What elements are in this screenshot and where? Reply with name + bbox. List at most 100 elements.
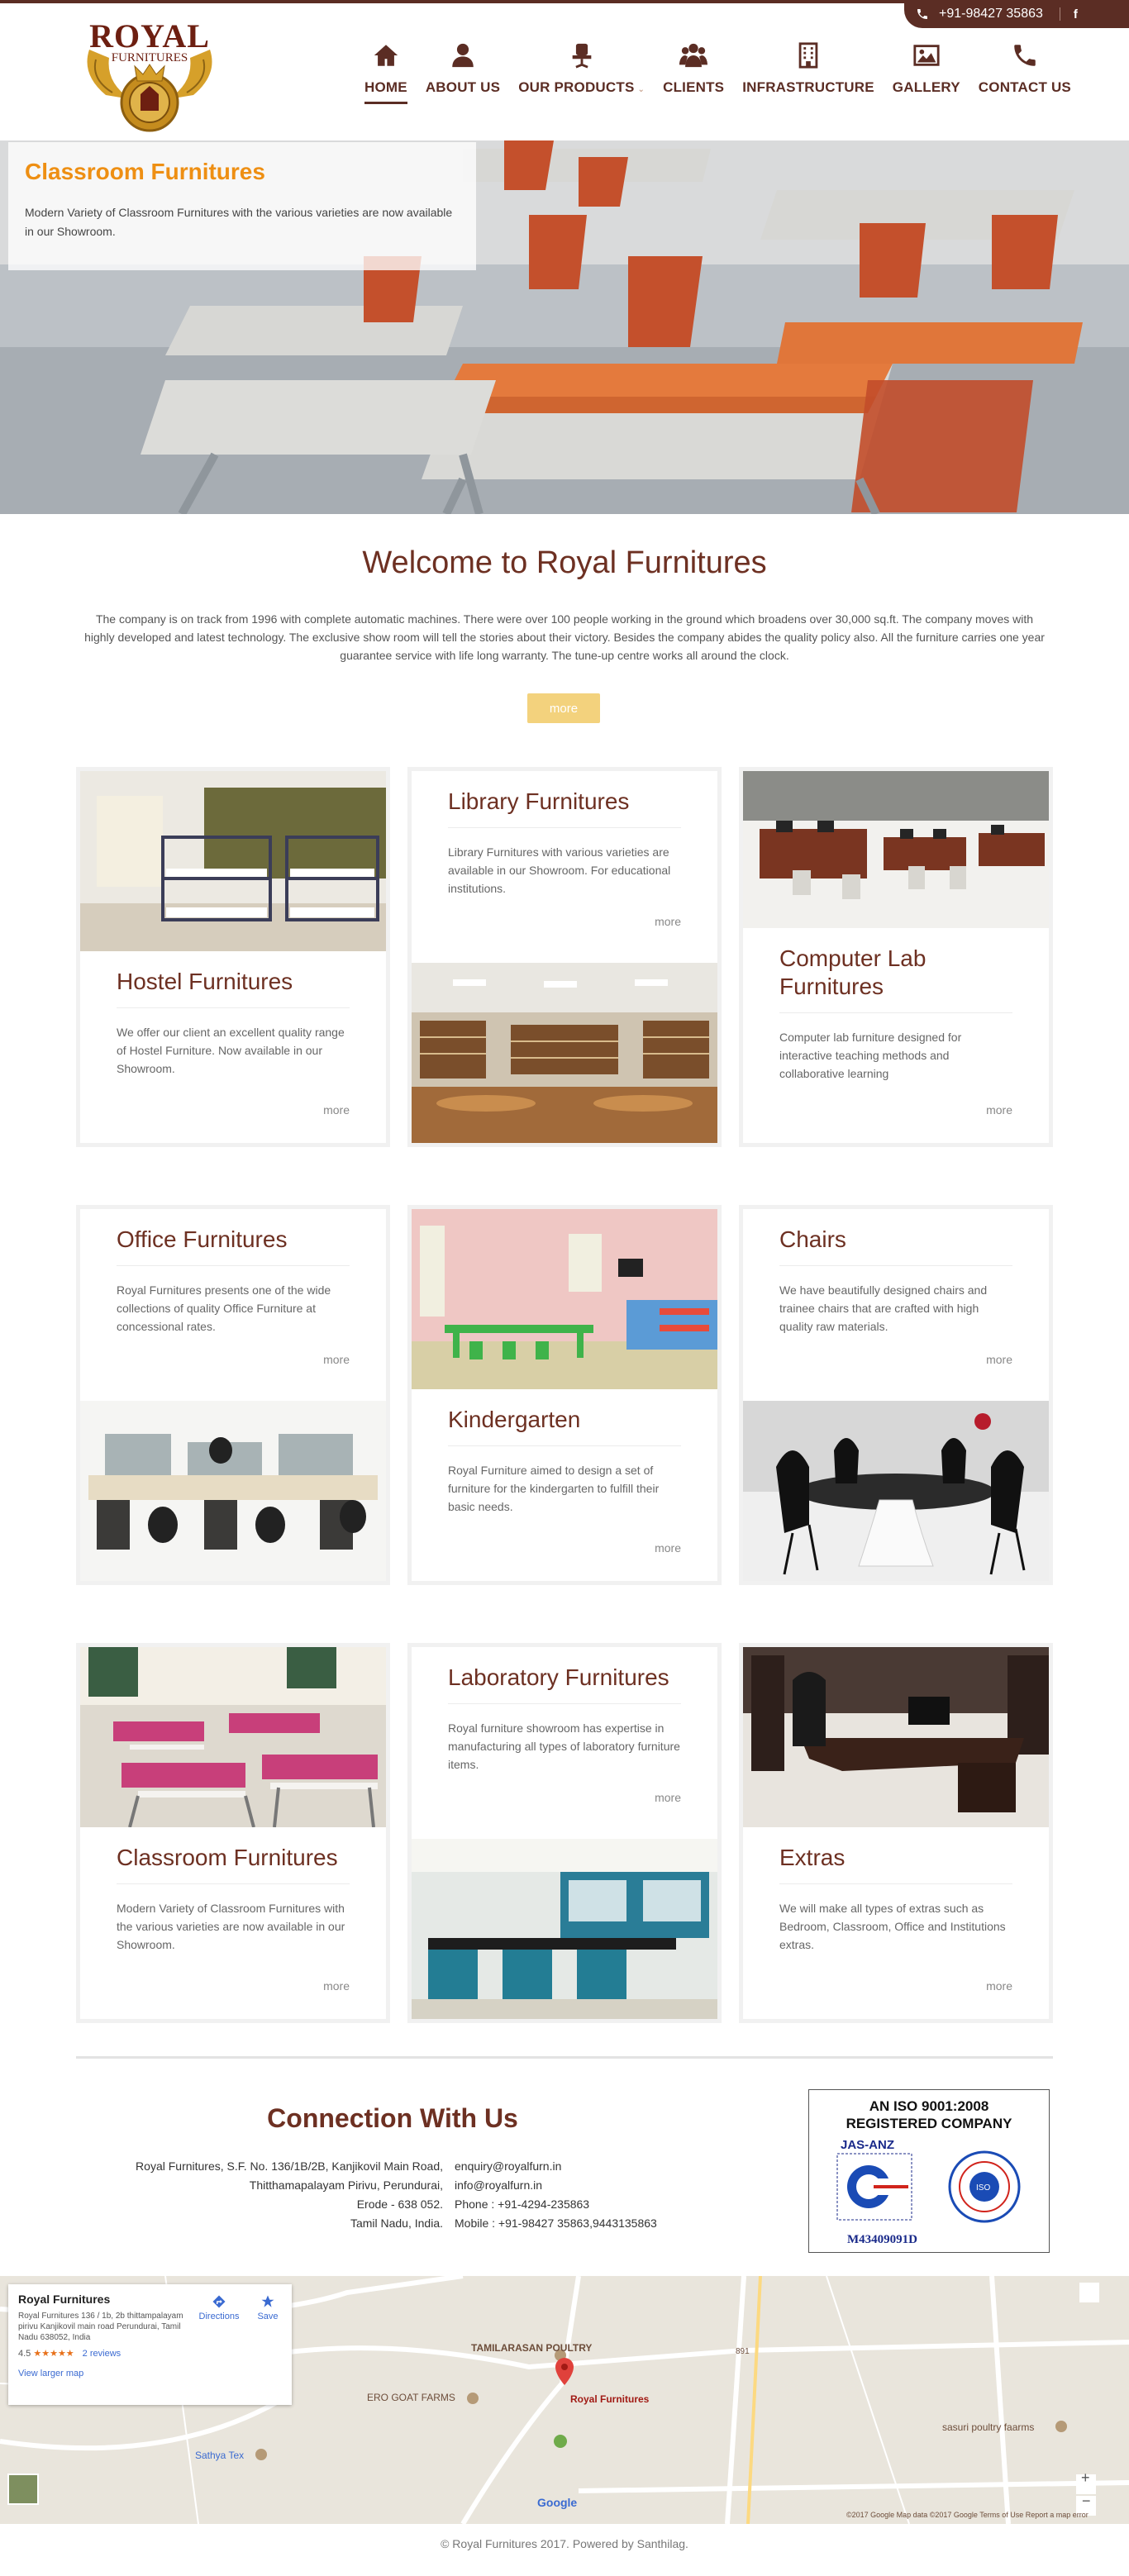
card-image <box>80 771 386 951</box>
nav-about-us[interactable]: ABOUT US <box>417 41 509 104</box>
card-office-furnitures[interactable]: Office Furnitures Royal Furnitures prese… <box>76 1205 390 1585</box>
connection-title: Connection With Us <box>267 2103 518 2133</box>
address-line: Tamil Nadu, India. <box>350 2217 443 2230</box>
address-line: Thitthamapalayam Pirivu, Perundurai, <box>249 2178 443 2192</box>
computer-lab-image <box>743 771 1049 928</box>
card-divider <box>448 827 681 828</box>
card-text: We have beautifully designed chairs and … <box>779 1283 988 1333</box>
card-classroom-furnitures[interactable]: Classroom Furnitures Modern Variety of C… <box>76 1643 390 2023</box>
welcome-more-button[interactable]: more <box>527 693 600 723</box>
map-place-address: Royal Furnitures 136 / 1b, 2b thittampal… <box>18 2312 183 2342</box>
hero-text: Modern Variety of Classroom Furnitures w… <box>25 206 453 238</box>
welcome-title: Welcome to Royal Furnitures <box>362 545 767 580</box>
card-more-link[interactable]: more <box>323 1353 350 1366</box>
facebook-icon[interactable]: f <box>1074 7 1078 21</box>
card-more-link[interactable]: more <box>323 1979 350 1993</box>
mobile-text: Mobile : +91-98427 35863,9443135863 <box>455 2217 657 2230</box>
phone-icon <box>1014 45 1036 66</box>
email-link[interactable]: enquiry@royalfurn.in <box>455 2157 719 2176</box>
card-kindergarten[interactable]: Kindergarten Royal Furniture aimed to de… <box>407 1205 722 1585</box>
card-divider <box>117 1265 350 1266</box>
zoom-in-icon[interactable]: + <box>1081 2469 1090 2487</box>
iso-certificate: AN ISO 9001:2008 REGISTERED COMPANY JAS-… <box>808 2089 1050 2253</box>
view-larger-map-link[interactable]: View larger map <box>18 2369 282 2378</box>
topbar-phone[interactable]: +91-98427 35863 <box>916 7 1043 21</box>
address-line: Erode - 638 052. <box>356 2197 443 2211</box>
card-title: Kindergarten <box>448 1407 581 1432</box>
nav-home[interactable]: HOME <box>355 41 417 104</box>
office-workstations-image <box>80 1401 386 1581</box>
card-divider <box>779 1883 1012 1884</box>
logo[interactable]: ROYAL FURNITURES <box>73 17 226 137</box>
card-title: Office Furnitures <box>117 1226 288 1252</box>
nav-clients[interactable]: CLIENTS <box>654 41 733 104</box>
svg-text:ISO: ISO <box>976 2183 990 2193</box>
card-title: Hostel Furnitures <box>117 969 293 994</box>
zoom-out-icon[interactable]: − <box>1082 2493 1091 2510</box>
map-rating: 4.5 ★★★★★ 2 reviews <box>18 2349 121 2359</box>
address-line: Royal Furnitures, S.F. No. 136/1B/2B, Ka… <box>136 2159 443 2173</box>
google-map[interactable]: TAMILARASAN POULTRY Royal Furnitures ERO… <box>0 2276 1129 2524</box>
save-button[interactable]: Save <box>251 2294 284 2321</box>
card-title: Extras <box>779 1845 846 1870</box>
laboratory-image <box>412 1839 717 2019</box>
card-more-link[interactable]: more <box>986 1353 1012 1366</box>
card-divider <box>779 1265 1012 1266</box>
card-more-link[interactable]: more <box>655 1541 681 1555</box>
card-chairs[interactable]: Chairs We have beautifully designed chai… <box>739 1205 1053 1585</box>
main-nav: HOME ABOUT US OUR PRODUCTS ⌄ CLIENTS INFR… <box>355 41 1080 104</box>
nav-contact-us[interactable]: CONTACT US <box>969 41 1080 104</box>
card-more-link[interactable]: more <box>986 1979 1012 1993</box>
home-icon <box>374 45 398 66</box>
footer-text: © Royal Furnitures 2017. Powered by Sant… <box>441 2537 688 2550</box>
card-text: Modern Variety of Classroom Furnitures w… <box>117 1902 345 1951</box>
google-logo: Google <box>537 2496 578 2509</box>
card-image <box>80 1401 386 1581</box>
card-divider <box>117 1007 350 1008</box>
users-icon <box>679 43 708 68</box>
map-attribution: ©2017 Google Map data ©2017 Google Terms… <box>846 2511 1089 2519</box>
card-image <box>743 771 1049 928</box>
card-more-link[interactable]: more <box>986 1103 1012 1117</box>
welcome-text: The company is on track from 1996 with c… <box>84 612 1045 662</box>
topbar: +91-98427 35863 f <box>904 0 1129 28</box>
card-image <box>743 1647 1049 1827</box>
directions-button[interactable]: Directions <box>197 2294 241 2321</box>
card-title: Laboratory Furnitures <box>448 1664 669 1690</box>
address-block: Royal Furnitures, S.F. No. 136/1B/2B, Ka… <box>99 2157 443 2233</box>
map-label: Sathya Tex <box>195 2450 245 2461</box>
nav-gallery[interactable]: GALLERY <box>884 41 969 104</box>
card-more-link[interactable]: more <box>655 1791 681 1804</box>
card-divider <box>448 1703 681 1704</box>
reviews-link[interactable]: 2 reviews <box>83 2349 121 2359</box>
card-library-furnitures[interactable]: Library Furnitures Library Furnitures wi… <box>407 767 722 1147</box>
star-icons: ★★★★★ <box>33 2349 74 2359</box>
email-link[interactable]: info@royalfurn.in <box>455 2176 719 2195</box>
card-hostel-furnitures[interactable]: Hostel Furnitures We offer our client an… <box>76 767 390 1147</box>
hero-caption: Classroom Furnitures Modern Variety of C… <box>8 142 476 270</box>
nav-our-products[interactable]: OUR PRODUCTS ⌄ <box>509 41 654 104</box>
map-info-card: Royal Furnitures Royal Furnitures 136 / … <box>8 2284 292 2405</box>
card-image <box>412 963 717 1143</box>
chevron-down-icon: ⌄ <box>637 85 645 94</box>
card-computer-lab-furnitures[interactable]: Computer Lab Furnitures Computer lab fur… <box>739 767 1053 1147</box>
card-text: Royal Furnitures presents one of the wid… <box>117 1283 331 1333</box>
section-divider <box>76 2056 1053 2059</box>
iso-badge-icon: JAS-ANZ ISO <box>836 2138 1021 2223</box>
card-laboratory-furnitures[interactable]: Laboratory Furnitures Royal furniture sh… <box>407 1643 722 2023</box>
card-image <box>743 1401 1049 1581</box>
chair-icon <box>572 43 591 69</box>
card-extras[interactable]: Extras We will make all types of extras … <box>739 1643 1053 2023</box>
card-text: Royal Furniture aimed to design a set of… <box>448 1464 660 1513</box>
card-more-link[interactable]: more <box>323 1103 350 1117</box>
card-image <box>412 1839 717 2019</box>
card-title: Computer Lab Furnitures <box>779 945 927 999</box>
card-more-link[interactable]: more <box>655 915 681 928</box>
hero-title: Classroom Furnitures <box>25 159 265 184</box>
kindergarten-image <box>412 1209 717 1389</box>
card-text: We will make all types of extras such as… <box>779 1902 1006 1951</box>
nav-infrastructure[interactable]: INFRASTRUCTURE <box>733 41 884 104</box>
card-image <box>80 1647 386 1827</box>
card-divider <box>117 1883 350 1884</box>
map-label: ERO GOAT FARMS <box>367 2392 455 2403</box>
